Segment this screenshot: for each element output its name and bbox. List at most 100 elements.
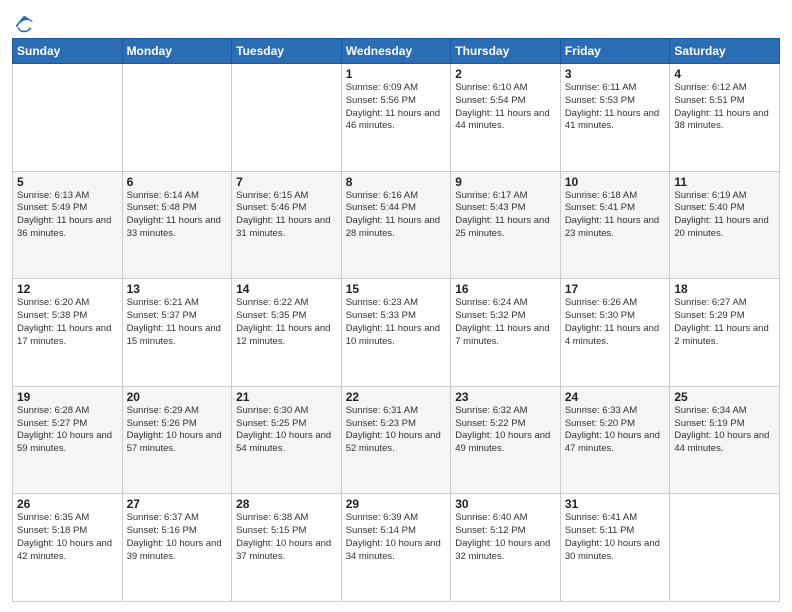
day-number: 13 [127,282,228,296]
day-number: 19 [17,390,118,404]
day-cell: 10Sunrise: 6:18 AM Sunset: 5:41 PM Dayli… [560,171,670,279]
weekday-header-sunday: Sunday [13,39,123,64]
day-cell: 25Sunrise: 6:34 AM Sunset: 5:19 PM Dayli… [670,386,780,494]
day-cell: 6Sunrise: 6:14 AM Sunset: 5:48 PM Daylig… [122,171,232,279]
day-cell: 24Sunrise: 6:33 AM Sunset: 5:20 PM Dayli… [560,386,670,494]
day-number: 11 [674,175,775,189]
day-cell: 30Sunrise: 6:40 AM Sunset: 5:12 PM Dayli… [451,494,561,602]
day-info: Sunrise: 6:30 AM Sunset: 5:25 PM Dayligh… [236,405,337,456]
weekday-header-tuesday: Tuesday [232,39,342,64]
day-number: 7 [236,175,337,189]
day-cell: 27Sunrise: 6:37 AM Sunset: 5:16 PM Dayli… [122,494,232,602]
day-cell: 22Sunrise: 6:31 AM Sunset: 5:23 PM Dayli… [341,386,451,494]
day-number: 27 [127,497,228,511]
day-number: 14 [236,282,337,296]
day-number: 2 [455,67,556,81]
day-cell: 9Sunrise: 6:17 AM Sunset: 5:43 PM Daylig… [451,171,561,279]
day-number: 25 [674,390,775,404]
day-cell: 15Sunrise: 6:23 AM Sunset: 5:33 PM Dayli… [341,279,451,387]
logo [12,14,34,30]
day-info: Sunrise: 6:35 AM Sunset: 5:18 PM Dayligh… [17,512,118,563]
day-info: Sunrise: 6:34 AM Sunset: 5:19 PM Dayligh… [674,405,775,456]
day-info: Sunrise: 6:16 AM Sunset: 5:44 PM Dayligh… [346,190,447,241]
weekday-header-thursday: Thursday [451,39,561,64]
day-number: 3 [565,67,666,81]
day-number: 4 [674,67,775,81]
day-number: 30 [455,497,556,511]
weekday-header-saturday: Saturday [670,39,780,64]
day-info: Sunrise: 6:22 AM Sunset: 5:35 PM Dayligh… [236,297,337,348]
day-cell [232,64,342,172]
day-info: Sunrise: 6:24 AM Sunset: 5:32 PM Dayligh… [455,297,556,348]
day-cell: 23Sunrise: 6:32 AM Sunset: 5:22 PM Dayli… [451,386,561,494]
day-number: 24 [565,390,666,404]
day-info: Sunrise: 6:28 AM Sunset: 5:27 PM Dayligh… [17,405,118,456]
day-info: Sunrise: 6:21 AM Sunset: 5:37 PM Dayligh… [127,297,228,348]
day-number: 21 [236,390,337,404]
day-info: Sunrise: 6:38 AM Sunset: 5:15 PM Dayligh… [236,512,337,563]
week-row-3: 12Sunrise: 6:20 AM Sunset: 5:38 PM Dayli… [13,279,780,387]
day-cell: 26Sunrise: 6:35 AM Sunset: 5:18 PM Dayli… [13,494,123,602]
day-number: 5 [17,175,118,189]
day-cell: 12Sunrise: 6:20 AM Sunset: 5:38 PM Dayli… [13,279,123,387]
calendar: SundayMondayTuesdayWednesdayThursdayFrid… [12,38,780,602]
day-info: Sunrise: 6:13 AM Sunset: 5:49 PM Dayligh… [17,190,118,241]
day-info: Sunrise: 6:39 AM Sunset: 5:14 PM Dayligh… [346,512,447,563]
day-info: Sunrise: 6:09 AM Sunset: 5:56 PM Dayligh… [346,82,447,133]
week-row-5: 26Sunrise: 6:35 AM Sunset: 5:18 PM Dayli… [13,494,780,602]
day-cell: 31Sunrise: 6:41 AM Sunset: 5:11 PM Dayli… [560,494,670,602]
logo-icon [14,14,34,34]
day-info: Sunrise: 6:29 AM Sunset: 5:26 PM Dayligh… [127,405,228,456]
day-number: 16 [455,282,556,296]
weekday-header-monday: Monday [122,39,232,64]
day-info: Sunrise: 6:19 AM Sunset: 5:40 PM Dayligh… [674,190,775,241]
day-cell: 11Sunrise: 6:19 AM Sunset: 5:40 PM Dayli… [670,171,780,279]
day-number: 9 [455,175,556,189]
page: SundayMondayTuesdayWednesdayThursdayFrid… [0,0,792,612]
day-number: 10 [565,175,666,189]
day-number: 15 [346,282,447,296]
header [12,10,780,30]
day-cell: 21Sunrise: 6:30 AM Sunset: 5:25 PM Dayli… [232,386,342,494]
day-number: 29 [346,497,447,511]
day-info: Sunrise: 6:10 AM Sunset: 5:54 PM Dayligh… [455,82,556,133]
day-info: Sunrise: 6:33 AM Sunset: 5:20 PM Dayligh… [565,405,666,456]
day-cell: 2Sunrise: 6:10 AM Sunset: 5:54 PM Daylig… [451,64,561,172]
day-cell: 29Sunrise: 6:39 AM Sunset: 5:14 PM Dayli… [341,494,451,602]
day-cell: 14Sunrise: 6:22 AM Sunset: 5:35 PM Dayli… [232,279,342,387]
day-number: 12 [17,282,118,296]
day-info: Sunrise: 6:23 AM Sunset: 5:33 PM Dayligh… [346,297,447,348]
day-info: Sunrise: 6:14 AM Sunset: 5:48 PM Dayligh… [127,190,228,241]
day-info: Sunrise: 6:31 AM Sunset: 5:23 PM Dayligh… [346,405,447,456]
day-info: Sunrise: 6:37 AM Sunset: 5:16 PM Dayligh… [127,512,228,563]
day-cell: 8Sunrise: 6:16 AM Sunset: 5:44 PM Daylig… [341,171,451,279]
day-number: 26 [17,497,118,511]
day-cell: 4Sunrise: 6:12 AM Sunset: 5:51 PM Daylig… [670,64,780,172]
day-cell [13,64,123,172]
weekday-header-wednesday: Wednesday [341,39,451,64]
day-number: 23 [455,390,556,404]
day-number: 20 [127,390,228,404]
day-cell: 18Sunrise: 6:27 AM Sunset: 5:29 PM Dayli… [670,279,780,387]
day-cell: 13Sunrise: 6:21 AM Sunset: 5:37 PM Dayli… [122,279,232,387]
day-cell: 3Sunrise: 6:11 AM Sunset: 5:53 PM Daylig… [560,64,670,172]
day-info: Sunrise: 6:27 AM Sunset: 5:29 PM Dayligh… [674,297,775,348]
day-info: Sunrise: 6:11 AM Sunset: 5:53 PM Dayligh… [565,82,666,133]
day-cell [122,64,232,172]
day-cell: 28Sunrise: 6:38 AM Sunset: 5:15 PM Dayli… [232,494,342,602]
day-number: 1 [346,67,447,81]
day-cell: 19Sunrise: 6:28 AM Sunset: 5:27 PM Dayli… [13,386,123,494]
day-info: Sunrise: 6:41 AM Sunset: 5:11 PM Dayligh… [565,512,666,563]
day-number: 28 [236,497,337,511]
day-cell: 7Sunrise: 6:15 AM Sunset: 5:46 PM Daylig… [232,171,342,279]
day-cell: 5Sunrise: 6:13 AM Sunset: 5:49 PM Daylig… [13,171,123,279]
day-info: Sunrise: 6:32 AM Sunset: 5:22 PM Dayligh… [455,405,556,456]
day-info: Sunrise: 6:26 AM Sunset: 5:30 PM Dayligh… [565,297,666,348]
day-cell: 1Sunrise: 6:09 AM Sunset: 5:56 PM Daylig… [341,64,451,172]
day-cell: 16Sunrise: 6:24 AM Sunset: 5:32 PM Dayli… [451,279,561,387]
day-number: 18 [674,282,775,296]
day-number: 6 [127,175,228,189]
week-row-2: 5Sunrise: 6:13 AM Sunset: 5:49 PM Daylig… [13,171,780,279]
day-info: Sunrise: 6:20 AM Sunset: 5:38 PM Dayligh… [17,297,118,348]
day-info: Sunrise: 6:15 AM Sunset: 5:46 PM Dayligh… [236,190,337,241]
